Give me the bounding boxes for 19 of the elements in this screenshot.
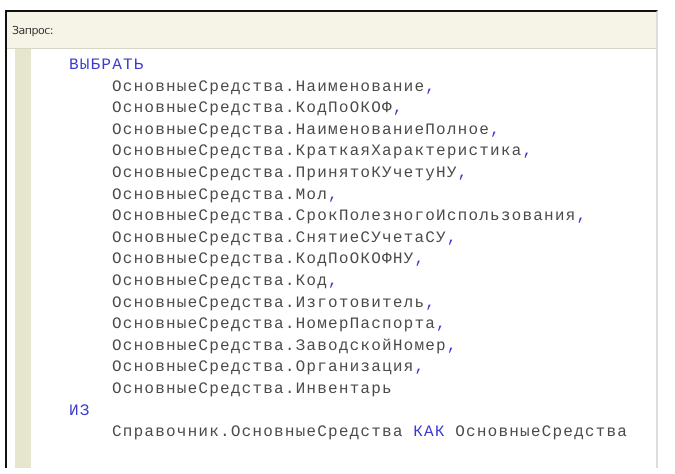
- code-line: ОсновныеСредства.Инвентарь: [111, 378, 394, 400]
- code-line: ОсновныеСредства.Изготовитель,: [111, 292, 438, 314]
- code-line: ОсновныеСредства.Наименование,: [111, 76, 438, 98]
- code-line: ОсновныеСредства.КодПоОКОФНУ,: [111, 249, 426, 270]
- code-line: ОсновныеСредства.СнятиеСУчетаСУ,: [111, 228, 459, 249]
- code-line: ОсновныеСредства.Организация,: [111, 357, 426, 378]
- code-line: ОсновныеСредства.НомерПаспорта,: [111, 314, 448, 336]
- code-line: ОсновныеСредства.КраткаяХарактеристика,: [111, 141, 534, 162]
- code-line: ОсновныеСредства.СрокПолезногоИспользования,: [111, 206, 588, 228]
- code-line: ОсновныеСредства.Код,: [111, 270, 340, 292]
- code-line: ОсновныеСредства.Мол,: [111, 184, 340, 206]
- code-line: ОсновныеСредства.ПринятоКУчетуНУ,: [111, 162, 470, 184]
- code-line: Справочник.ОсновныеСредства КАК ОсновныеСредства: [111, 422, 628, 444]
- code-line: ОсновныеСредства.НаименованиеПолное,: [111, 120, 502, 141]
- code-line: ИЗ: [69, 400, 92, 422]
- code-line: ОсновныеСредства.ЗаводскойНомер,: [111, 336, 459, 357]
- code-line: ОсновныеСредства.КодПоОКОФ,: [111, 98, 405, 120]
- query-label: Запрос:: [12, 24, 53, 36]
- code-line: ВЫБРАТЬ: [69, 55, 146, 76]
